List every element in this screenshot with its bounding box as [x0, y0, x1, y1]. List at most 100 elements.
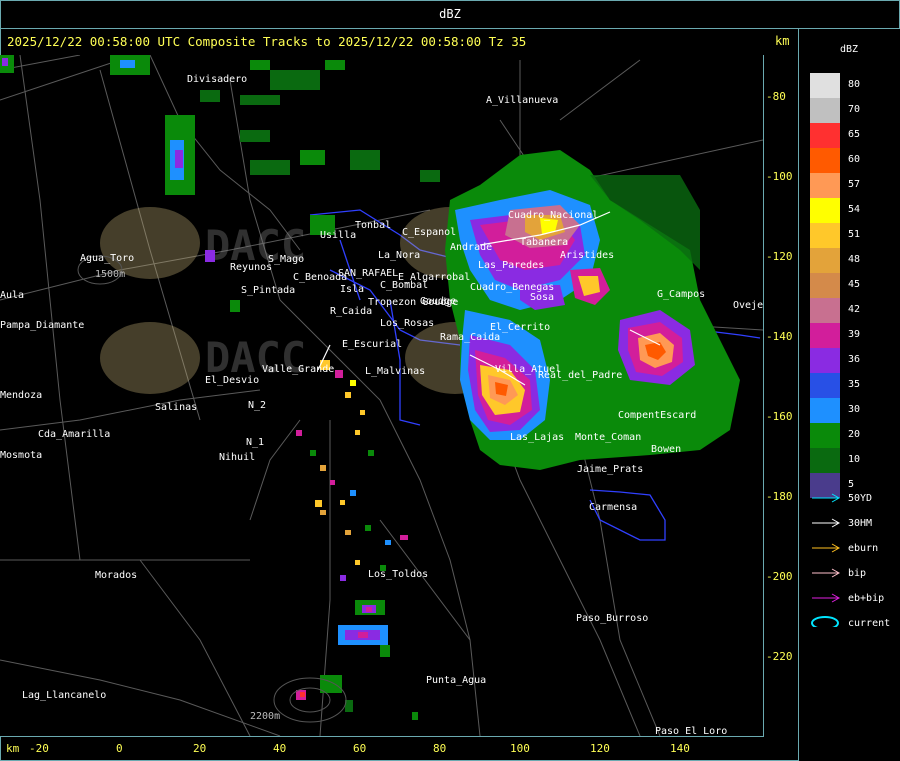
legend-swatch — [810, 273, 840, 298]
place-label: El_Desvio — [205, 375, 259, 386]
x-tick-label: 0 — [116, 742, 123, 755]
legend-swatch — [810, 398, 840, 423]
legend-swatch — [810, 298, 840, 323]
legend-label: 48 — [848, 254, 861, 265]
legend-title: dBZ — [840, 44, 859, 55]
legend-label: 10 — [848, 454, 861, 465]
place-label: Los_Toldos — [368, 569, 428, 580]
track-legend-label: current — [848, 618, 891, 629]
legend-swatch — [810, 423, 840, 448]
place-label: 2200m — [250, 711, 280, 722]
track-arrow-icon — [812, 543, 841, 553]
place-label: C_Bombal — [380, 280, 428, 291]
legend-label: 60 — [848, 154, 861, 165]
legend-label: 20 — [848, 429, 861, 440]
radar-map[interactable]: DACC DACC DACC DACC — [0, 55, 764, 737]
place-label: N_2 — [248, 400, 266, 411]
y-unit-label: km — [775, 34, 790, 48]
place-label: Las_Lajas — [510, 432, 564, 443]
legend-swatch — [810, 323, 840, 348]
track-legend-label: bip — [848, 568, 867, 579]
legend-label: 70 — [848, 104, 861, 115]
legend-label: 45 — [848, 279, 861, 290]
place-label: Mosmota — [0, 450, 42, 461]
place-label: S_Pintada — [241, 285, 295, 296]
legend-label: 54 — [848, 204, 861, 215]
place-label: Sosa — [530, 292, 554, 303]
place-label: Divisadero — [187, 74, 247, 85]
place-label: Mendoza — [0, 390, 42, 401]
place-label: La_Nora — [378, 250, 420, 261]
legend-label: 36 — [848, 354, 861, 365]
place-label: C_Espanol — [402, 227, 456, 238]
place-label: Monte_Coman — [575, 432, 641, 443]
y-tick-label: -220 — [766, 650, 793, 663]
track-arrow-icon — [812, 493, 841, 503]
header-title: dBZ — [439, 7, 461, 21]
y-tick-label: -120 — [766, 250, 793, 263]
place-labels-svg: Divisadero A_Villanueva Agua_Toro 1500m … — [0, 74, 763, 736]
track-arrow-icon — [812, 593, 841, 603]
place-label: 1500m — [95, 269, 125, 280]
place-label: Tabanera — [520, 237, 568, 248]
place-label: Valle_Grande — [262, 364, 334, 375]
place-label: R_Caida — [330, 306, 372, 317]
legend-swatch — [810, 73, 840, 98]
x-tick-label: 20 — [193, 742, 207, 755]
legend-swatch — [810, 448, 840, 473]
place-label: Paso_El_Loro — [655, 726, 727, 736]
track-arrow-icon — [812, 518, 841, 528]
place-label: SAN_RAFAEL — [338, 268, 398, 279]
legend-label: 57 — [848, 179, 861, 190]
place-label: Cuadro_Benegas — [470, 282, 554, 293]
legend-swatch — [810, 123, 840, 148]
legend-label: 30 — [848, 404, 861, 415]
place-label: Cda_Amarilla — [38, 429, 110, 440]
place-label: CompentEscard — [618, 410, 696, 421]
legend-swatch — [810, 98, 840, 123]
place-label: Agua_Toro — [80, 253, 134, 264]
place-label: Bowen — [651, 444, 681, 455]
x-tick-label: 80 — [433, 742, 447, 755]
legend-label: 39 — [848, 329, 861, 340]
place-label: A_Villanueva — [486, 95, 558, 106]
x-unit-label: km — [6, 742, 20, 755]
place-label: Goudge — [420, 296, 456, 307]
x-tick-label: 140 — [670, 742, 690, 755]
place-label: Aristides — [560, 250, 614, 261]
place-label: Nihuil — [219, 452, 255, 463]
legend-label: 51 — [848, 229, 861, 240]
place-label: Tonbal — [355, 220, 391, 231]
legend-label: 42 — [848, 304, 861, 315]
track-arrow-icon — [812, 568, 841, 578]
current-ellipse-icon — [811, 616, 839, 627]
place-label: Andrade — [450, 242, 492, 253]
place-label: Morados — [95, 570, 137, 581]
place-label: Cuadro_Nacional — [508, 210, 598, 221]
place-label: L_Malvinas — [365, 366, 425, 377]
plot-title: 2025/12/22 00:58:00 UTC Composite Tracks… — [7, 34, 527, 49]
place-label: N_1 — [246, 437, 264, 448]
place-label: Carmensa — [589, 502, 637, 513]
x-tick-label: 60 — [353, 742, 367, 755]
legend-label: 5 — [848, 479, 855, 490]
place-label: Jaime_Prats — [577, 464, 643, 475]
legend-swatch — [810, 173, 840, 198]
place-label: Las_Paredes — [478, 260, 544, 271]
y-tick-label: -200 — [766, 570, 793, 583]
place-label: Usilla — [320, 230, 356, 241]
place-label: S_Mago — [268, 254, 304, 265]
place-label: Ovejero — [733, 300, 763, 311]
track-legend-label: 30HM — [848, 518, 873, 529]
track-legend-label: eburn — [848, 543, 879, 554]
place-label: Los_Rosas — [380, 318, 434, 329]
track-legend-label: eb+bip — [848, 593, 885, 604]
y-tick-label: -180 — [766, 490, 793, 503]
legend-swatch — [810, 348, 840, 373]
place-label: Paso_Burroso — [576, 613, 648, 624]
place-label: Rama_Caida — [440, 332, 500, 343]
place-label: Aula — [0, 290, 24, 301]
legend-swatch — [810, 373, 840, 398]
legend-swatch — [810, 248, 840, 273]
place-label: Punta_Agua — [426, 675, 486, 686]
